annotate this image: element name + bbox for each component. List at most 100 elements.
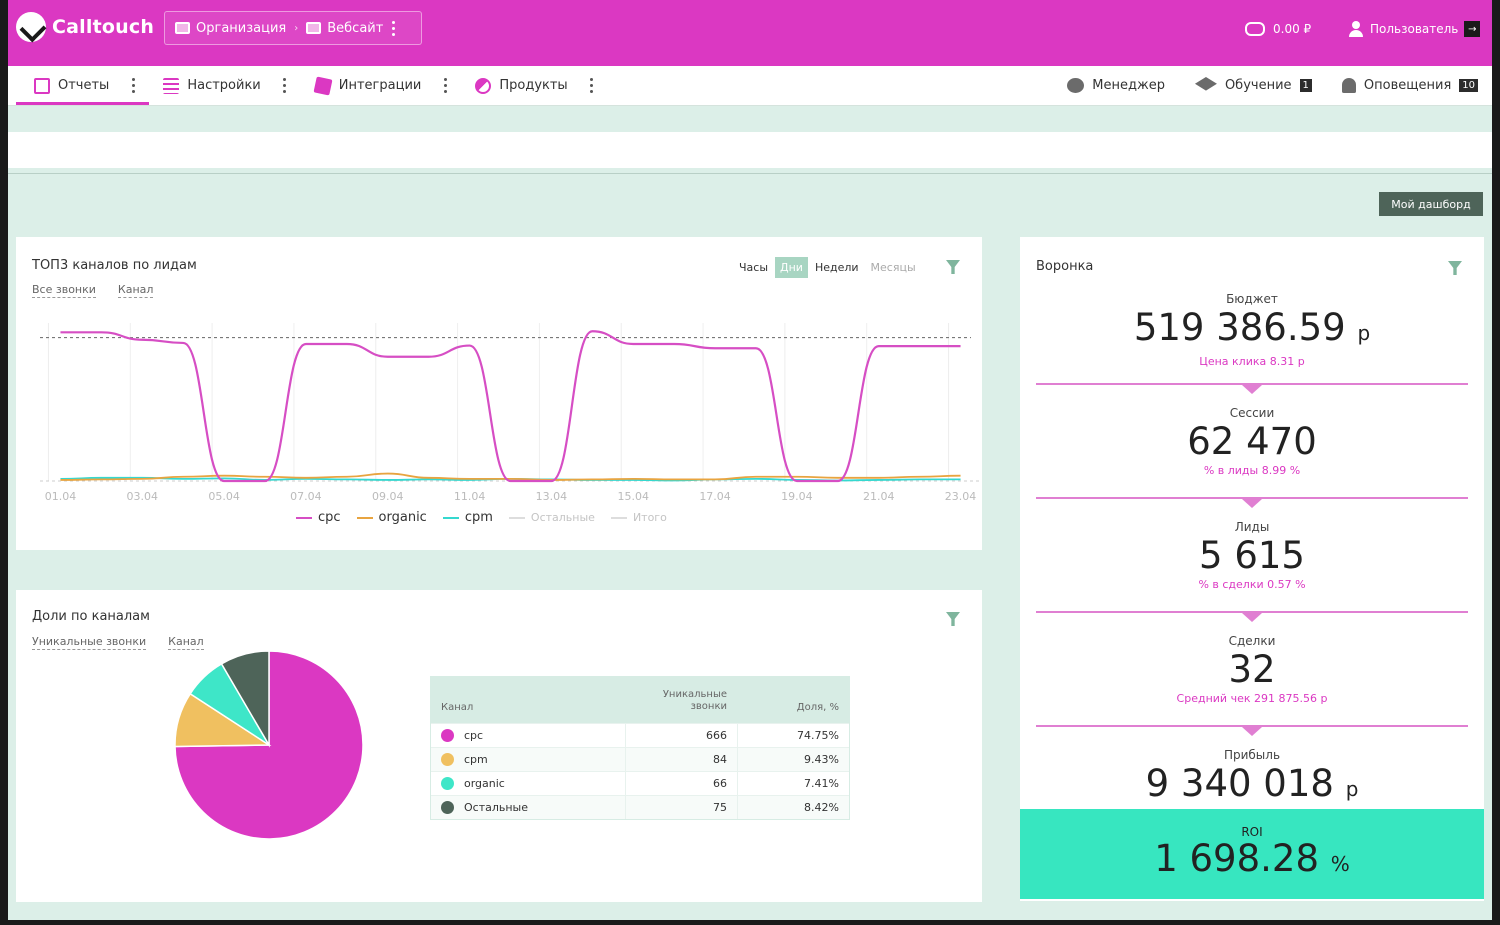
more-menu-icon[interactable] [131, 78, 135, 93]
nav-integrations[interactable]: Интеграции [301, 66, 462, 105]
nav-learning[interactable]: Обучение 1 [1194, 77, 1312, 94]
step-value: 9 340 018 р [1145, 762, 1359, 805]
step-label: Лиды [1234, 520, 1270, 534]
series-color-dot [441, 753, 454, 766]
funnel-profit: Прибыль 9 340 018 р [1036, 748, 1468, 811]
nav-products[interactable]: Продукты [461, 66, 607, 105]
x-tick-label: 11.04 [454, 490, 486, 503]
nav-label: Отчеты [58, 78, 110, 93]
funnel-divider [1036, 725, 1468, 736]
nav-settings[interactable]: Настройки [149, 66, 300, 105]
table-row[interactable]: organic 66 7.41% [431, 771, 849, 795]
step-note: % в сделки 0.57 % [1198, 578, 1306, 591]
table-row[interactable]: cpc 666 74.75% [431, 723, 849, 747]
chevron-right-icon: › [294, 22, 299, 34]
briefcase-icon [175, 22, 190, 34]
step-note: % в лиды 8.99 % [1203, 464, 1301, 477]
funnel-sessions: Сессии 62 470 % в лиды 8.99 % [1036, 406, 1468, 477]
user-menu[interactable]: Пользователь → [1348, 21, 1481, 37]
x-tick-label: 21.04 [863, 490, 895, 503]
nav-label: Оповещения [1363, 78, 1452, 93]
nav-label: Интеграции [338, 78, 422, 93]
column-header-calls[interactable]: Уникальные звонки [625, 677, 737, 723]
x-tick-label: 13.04 [536, 490, 568, 503]
x-tick-label: 05.04 [208, 490, 240, 503]
step-note: Цена клика 8.31 р [1199, 355, 1305, 368]
x-tick-label: 03.04 [127, 490, 159, 503]
legend-item-total[interactable]: Итого [610, 511, 667, 524]
table-row[interactable]: Остальные 75 8.42% [431, 795, 849, 819]
settings-icon [163, 77, 180, 94]
more-menu-icon[interactable] [283, 78, 287, 93]
cell-calls: 84 [625, 748, 737, 771]
x-tick-label: 01.04 [45, 490, 77, 503]
step-label: Бюджет [1226, 292, 1278, 306]
x-tick-label: 15.04 [617, 490, 649, 503]
filter-icon[interactable] [1448, 261, 1462, 275]
x-tick-label: 09.04 [372, 490, 404, 503]
brand-name: Calltouch [52, 16, 155, 38]
funnel-budget: Бюджет 519 386.59 р Цена клика 8.31 р [1036, 292, 1468, 368]
cell-share: 7.41% [737, 772, 849, 795]
divider [8, 173, 1492, 174]
step-label: Прибыль [1223, 748, 1281, 762]
column-header-share[interactable]: Доля, % [737, 677, 849, 723]
my-dashboard-button[interactable]: Мой дашборд [1379, 192, 1483, 216]
user-name: Пользователь [1370, 22, 1459, 36]
logo[interactable]: Calltouch [16, 12, 154, 42]
filter-bar[interactable] [8, 132, 1492, 168]
channel-shares-widget: Доли по каналам Уникальные звонки Канал … [16, 590, 982, 902]
step-label: Сессии [1229, 406, 1275, 420]
roi-block: ROI 1 698.28 % [1020, 809, 1484, 899]
integrations-icon [313, 76, 333, 95]
balance[interactable]: 0.00 ₽ [1245, 22, 1311, 36]
cell-share: 74.75% [737, 724, 849, 747]
step-value: 519 386.59 р [1133, 306, 1371, 349]
roi-value: 1 698.28 % [1154, 837, 1350, 880]
graduation-cap-icon [1194, 77, 1217, 91]
pie-chart [174, 650, 364, 840]
logout-icon[interactable]: → [1464, 21, 1481, 37]
series-color-dot [441, 801, 454, 814]
legend-item-cpc[interactable]: cpc [296, 510, 341, 525]
more-menu-icon[interactable] [391, 20, 395, 36]
bell-icon [1341, 78, 1356, 93]
legend-item-others[interactable]: Остальные [508, 511, 595, 524]
cell-calls: 66 [625, 772, 737, 795]
x-tick-label: 19.04 [781, 490, 813, 503]
cell-share: 9.43% [737, 748, 849, 771]
learning-badge: 1 [1299, 79, 1312, 92]
more-menu-icon[interactable] [590, 78, 594, 93]
cell-channel: organic [464, 777, 505, 790]
column-header-channel[interactable]: Канал [431, 677, 625, 723]
nav-notifications[interactable]: Оповещения 10 [1341, 78, 1478, 93]
share-table: Канал Уникальные звонки Доля, % cpc 666 … [430, 676, 850, 820]
funnel-divider [1036, 497, 1468, 508]
step-value: 62 470 [1187, 420, 1317, 463]
step-value: 5 615 [1199, 534, 1305, 577]
chart-legend: cpc organic cpm Остальные Итого [296, 510, 667, 525]
breadcrumb-website[interactable]: Вебсайт [306, 21, 383, 36]
table-row[interactable]: cpm 84 9.43% [431, 747, 849, 771]
report-icon [34, 77, 50, 94]
breadcrumb: Организация › Вебсайт [164, 11, 422, 45]
legend-item-organic[interactable]: organic [356, 510, 427, 525]
filter-icon[interactable] [946, 612, 960, 626]
balance-value: 0.00 ₽ [1273, 22, 1312, 36]
manager-icon [1067, 78, 1085, 93]
more-menu-icon[interactable] [443, 78, 447, 93]
legend-item-cpm[interactable]: cpm [442, 510, 493, 525]
step-label: Сделки [1228, 634, 1276, 648]
products-icon [475, 77, 492, 94]
series-color-dot [441, 729, 454, 742]
nav-label: Менеджер [1092, 78, 1165, 93]
nav-reports[interactable]: Отчеты [8, 66, 150, 105]
x-tick-label: 07.04 [290, 490, 322, 503]
widget-title: Доли по каналам [32, 609, 150, 624]
x-tick-label: 23.04 [945, 490, 977, 503]
unique-calls-dropdown[interactable]: Уникальные звонки [32, 635, 147, 650]
nav-manager[interactable]: Менеджер [1067, 78, 1165, 93]
funnel-leads: Лиды 5 615 % в сделки 0.57 % [1036, 520, 1468, 591]
breadcrumb-organization[interactable]: Организация [175, 21, 286, 36]
calltouch-logo-icon [16, 12, 46, 42]
